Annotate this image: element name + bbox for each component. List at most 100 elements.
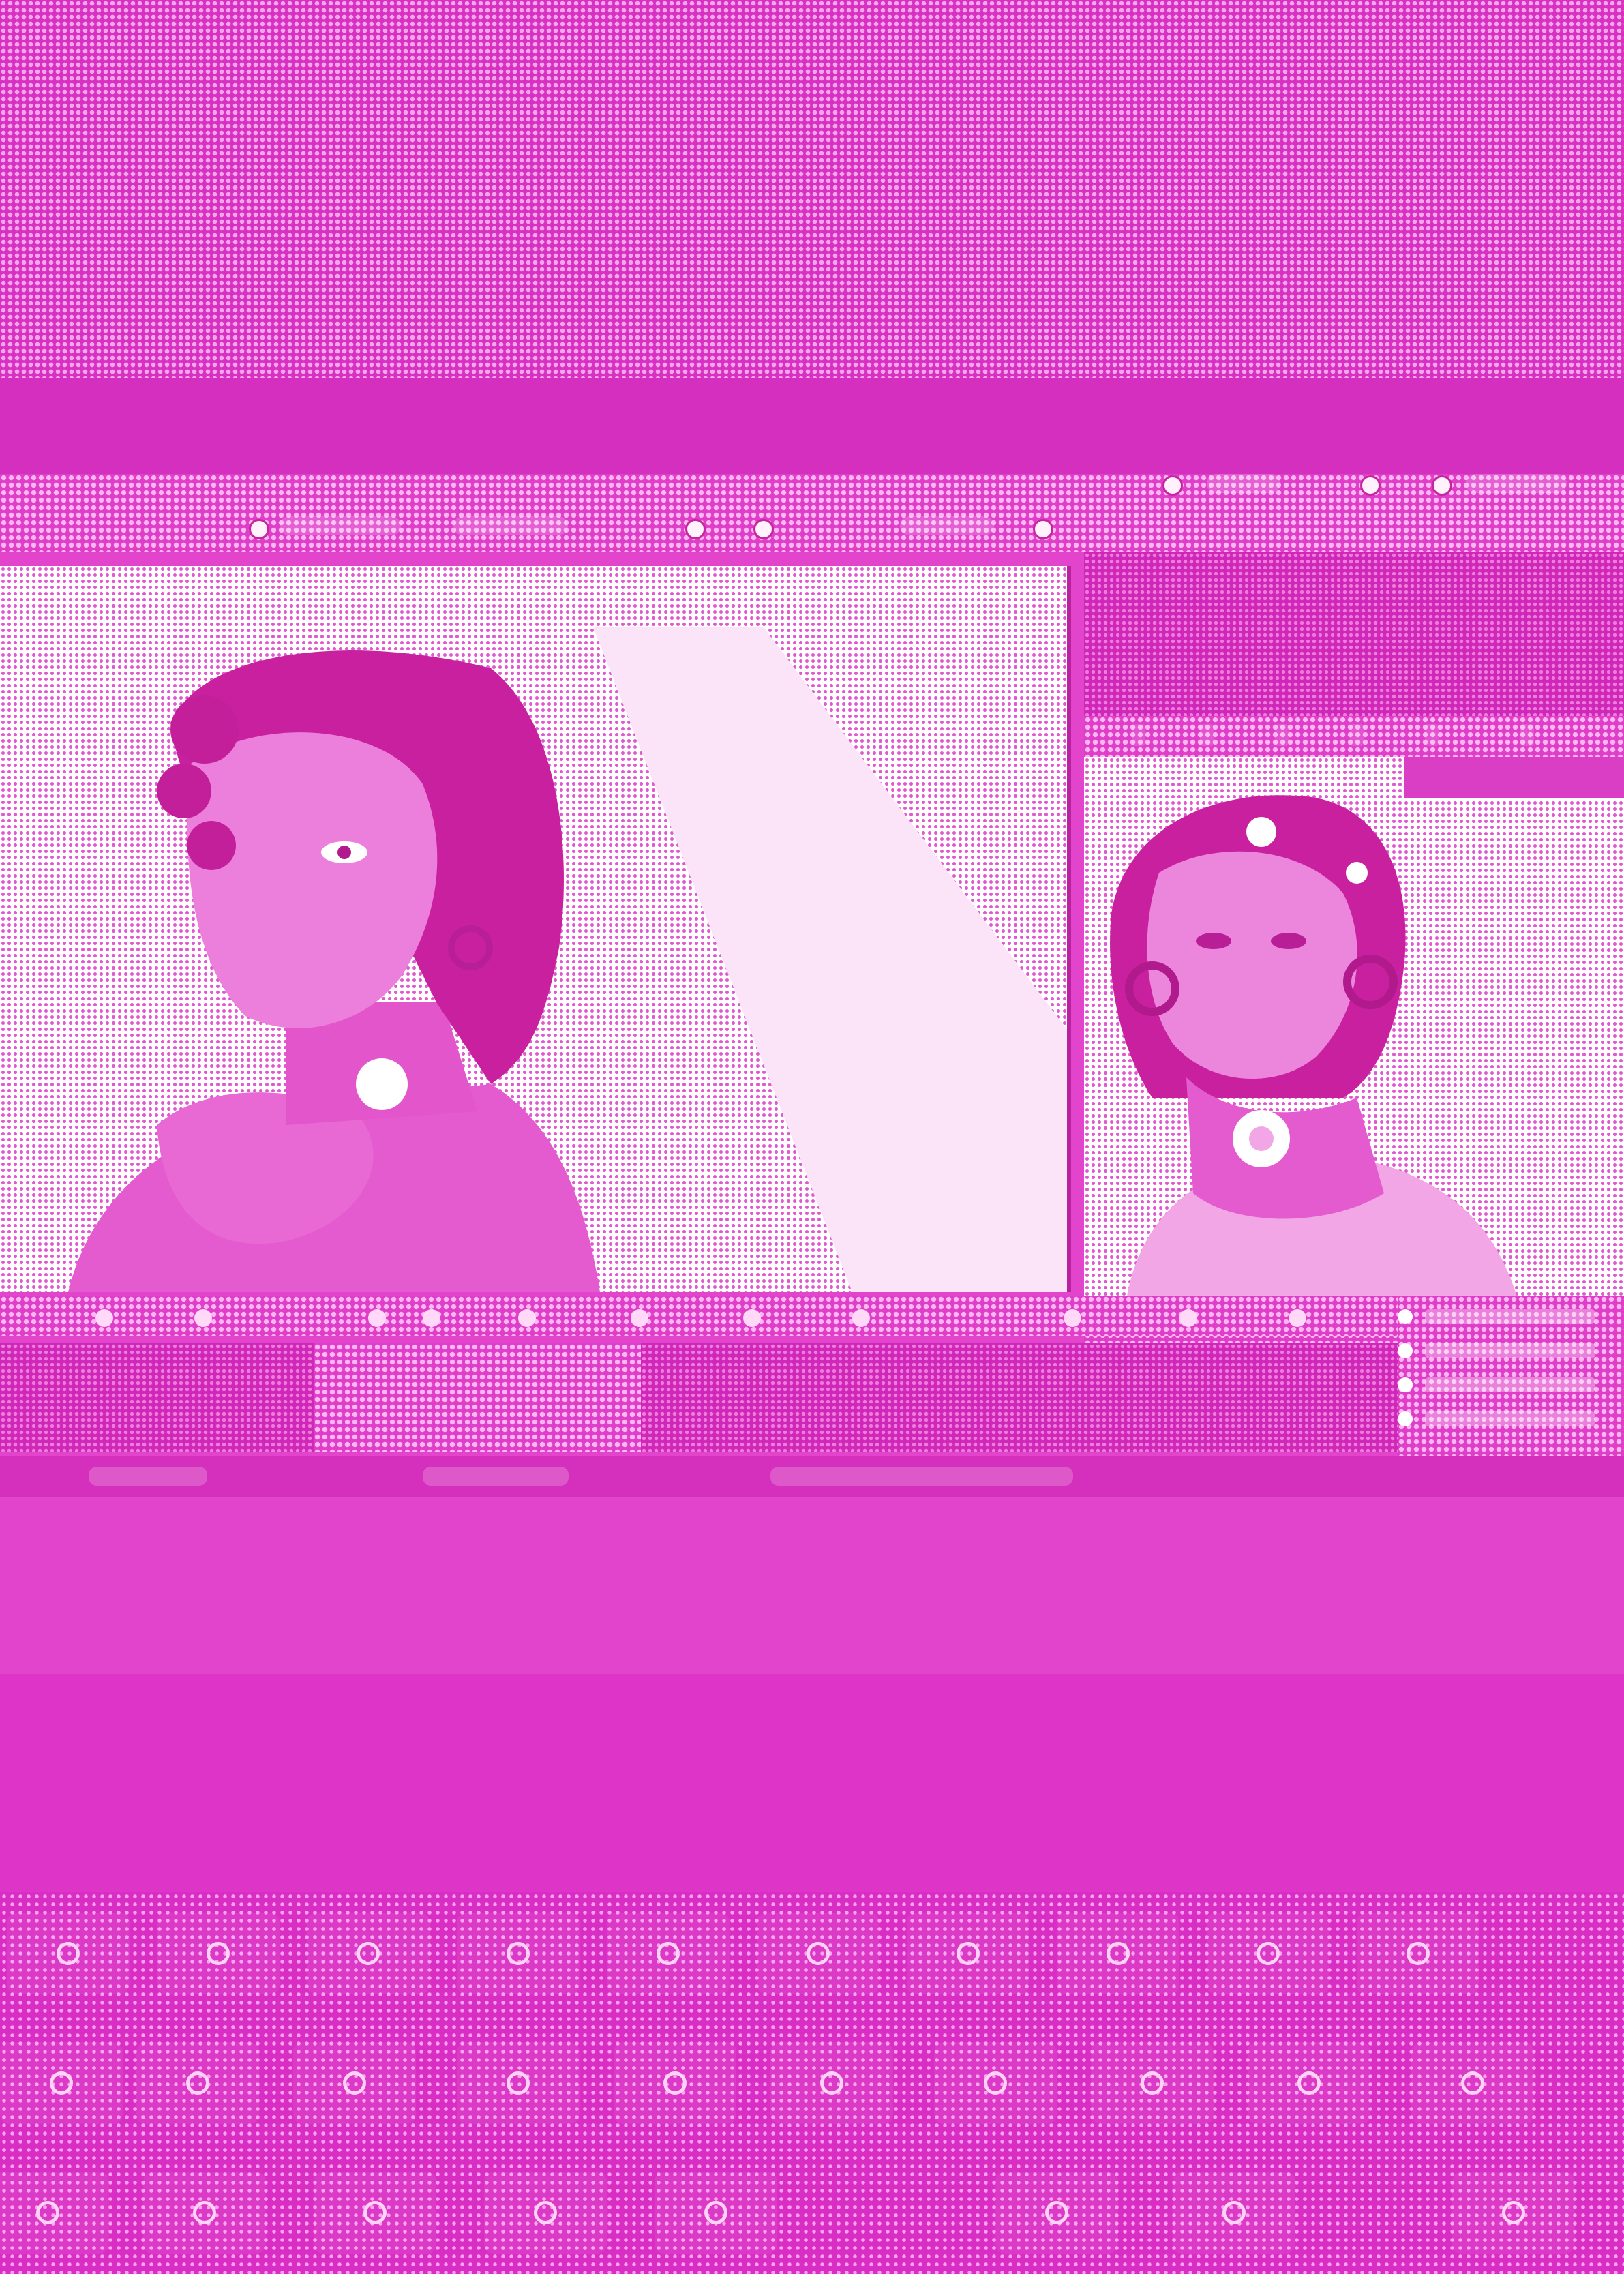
program-portrait-image	[1110, 757, 1624, 1309]
export-icon[interactable]	[1432, 475, 1452, 496]
key-icon	[193, 2201, 216, 2224]
key-icon	[1222, 2201, 1246, 2224]
timeline-track[interactable]	[0, 1343, 314, 1452]
monitor-bezel-top	[0, 378, 1624, 474]
key-icon	[1257, 1942, 1280, 1965]
key-icon	[1461, 2071, 1484, 2095]
ruler-marker	[1064, 1309, 1081, 1327]
key-icon	[50, 2071, 73, 2095]
keyboard-key[interactable]	[907, 1913, 1029, 1994]
key-icon	[1141, 2071, 1164, 2095]
key-icon	[807, 1942, 830, 1965]
inspector-row[interactable]	[1425, 1343, 1595, 1358]
keyboard-key[interactable]	[757, 1913, 879, 1994]
key-icon	[663, 2071, 687, 2095]
keyboard-key[interactable]	[136, 2042, 259, 2124]
toolbar-item[interactable]	[1207, 474, 1280, 493]
panel-tab[interactable]	[1275, 724, 1289, 746]
panel-tab[interactable]	[1425, 724, 1439, 746]
key-icon	[1407, 1942, 1430, 1965]
keyboard-key[interactable]	[655, 2172, 777, 2254]
key-icon	[1502, 2201, 1525, 2224]
source-portrait-image	[68, 627, 1067, 1292]
ruler-marker	[368, 1309, 386, 1327]
settings-icon[interactable]	[1162, 475, 1183, 496]
timeline-ruler[interactable]	[0, 1296, 1398, 1336]
key-icon	[820, 2071, 843, 2095]
program-panel-tabs	[1084, 716, 1624, 757]
timeline-clip[interactable]	[314, 1343, 641, 1452]
key-icon	[207, 1942, 230, 1965]
program-viewer[interactable]	[1084, 757, 1624, 1309]
inspector-row[interactable]	[1425, 1309, 1595, 1324]
keyboard-key[interactable]	[934, 2042, 1057, 2124]
key-icon	[507, 2071, 530, 2095]
ruler-marker	[1289, 1309, 1306, 1327]
key-icon	[343, 2071, 366, 2095]
keyboard-key[interactable]	[143, 2172, 266, 2254]
keyboard-key[interactable]	[1357, 1913, 1479, 1994]
keyboard-key[interactable]	[614, 2042, 736, 2124]
key-icon	[1107, 1942, 1130, 1965]
keyboard-key[interactable]	[314, 2172, 436, 2254]
keyboard-key[interactable]	[1248, 2042, 1370, 2124]
keyboard-key[interactable]	[457, 2042, 580, 2124]
status-bar	[0, 1456, 1624, 1497]
app-toolbar	[0, 474, 1624, 552]
panel-tab[interactable]	[1200, 724, 1214, 746]
tool-icon[interactable]	[685, 519, 706, 539]
inspector-row[interactable]	[1425, 1377, 1595, 1392]
keyboard-key[interactable]	[1452, 2172, 1575, 2254]
source-viewer[interactable]	[0, 566, 1071, 1292]
toolbar-item[interactable]	[900, 516, 994, 535]
key-icon	[657, 1942, 680, 1965]
keyboard-key[interactable]	[1091, 2042, 1214, 2124]
status-item[interactable]	[89, 1467, 207, 1486]
toolbar-item[interactable]	[453, 516, 568, 535]
inspector-dot[interactable]	[1398, 1309, 1413, 1324]
panel-tab[interactable]	[1520, 724, 1534, 746]
keyboard-key[interactable]	[1411, 2042, 1534, 2124]
keyboard-key[interactable]	[607, 1913, 730, 1994]
key-icon	[507, 1942, 530, 1965]
panel-tab[interactable]	[1132, 724, 1145, 746]
keyboard-key[interactable]	[293, 2042, 416, 2124]
keyboard-key[interactable]	[7, 1913, 130, 1994]
inspector-dot[interactable]	[1398, 1411, 1413, 1426]
keyboard-key[interactable]	[307, 1913, 430, 1994]
view-icon[interactable]	[753, 519, 774, 539]
keyboard-key[interactable]	[1173, 2172, 1295, 2254]
ruler-marker	[423, 1309, 440, 1327]
keyboard-key[interactable]	[1207, 1913, 1329, 1994]
toolbar-item[interactable]	[1466, 474, 1567, 493]
ruler-marker	[631, 1309, 648, 1327]
timeline-track[interactable]	[641, 1343, 1398, 1452]
keyboard-key[interactable]	[0, 2042, 123, 2124]
keyboard-key[interactable]	[1057, 1913, 1179, 1994]
ruler-marker	[194, 1309, 212, 1327]
toolbar-item[interactable]	[280, 516, 401, 535]
inspector-row[interactable]	[1425, 1411, 1595, 1426]
keyboard-key[interactable]	[484, 2172, 607, 2254]
layout-icon[interactable]	[1360, 475, 1381, 496]
panel-tab[interactable]	[1350, 724, 1364, 746]
keyboard-key[interactable]	[770, 2042, 893, 2124]
status-item[interactable]	[770, 1467, 1073, 1486]
inspector-dot[interactable]	[1398, 1343, 1413, 1358]
inspector-dot[interactable]	[1398, 1377, 1413, 1392]
ruler-marker	[743, 1309, 761, 1327]
key-icon	[1045, 2201, 1068, 2224]
key-icon	[363, 2201, 387, 2224]
keyboard-key[interactable]	[457, 1913, 580, 1994]
keyboard-key[interactable]	[157, 1913, 280, 1994]
key-icon	[357, 1942, 380, 1965]
key-icon	[1297, 2071, 1321, 2095]
play-icon[interactable]	[1033, 519, 1053, 539]
key-icon	[57, 1942, 80, 1965]
status-item[interactable]	[423, 1467, 569, 1486]
menu-icon[interactable]	[249, 519, 269, 539]
keyboard-key[interactable]	[995, 2172, 1118, 2254]
monitor-bezel-bottom	[0, 1674, 1624, 1892]
keyboard-key[interactable]	[0, 2172, 109, 2254]
key-icon	[957, 1942, 980, 1965]
